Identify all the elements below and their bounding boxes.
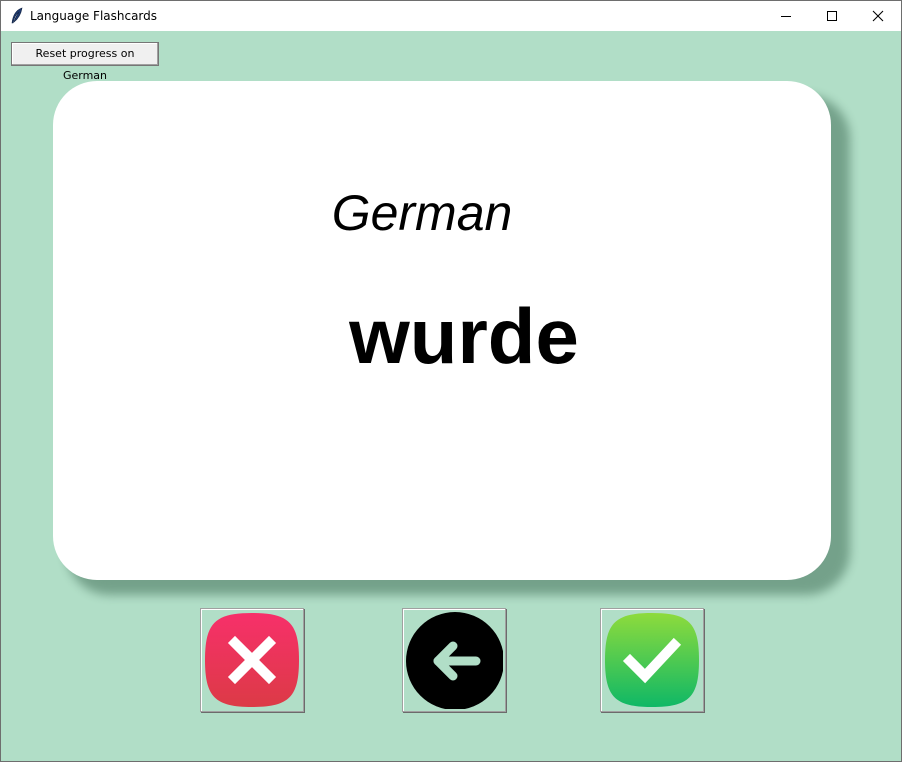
card-language: German: [331, 185, 513, 241]
maximize-icon: [827, 11, 837, 21]
window-title: Language Flashcards: [30, 9, 158, 23]
back-button[interactable]: [402, 608, 506, 712]
arrow-left-icon: [406, 612, 503, 709]
minimize-button[interactable]: [763, 1, 809, 31]
main-content: Reset progress on German German wurde: [1, 31, 901, 761]
close-icon: [872, 10, 884, 22]
wrong-button[interactable]: [200, 608, 304, 712]
x-mark-icon: [205, 613, 299, 707]
maximize-button[interactable]: [809, 1, 855, 31]
check-mark-icon: [605, 613, 699, 707]
app-window: Language Flashcards Reset progress on Ge…: [0, 0, 902, 762]
title-bar: Language Flashcards: [1, 1, 901, 31]
correct-button[interactable]: [600, 608, 704, 712]
close-button[interactable]: [855, 1, 901, 31]
flashcard: German wurde: [53, 81, 831, 580]
feather-icon: [10, 7, 24, 25]
reset-progress-button[interactable]: Reset progress on German: [11, 42, 159, 82]
minimize-icon: [781, 16, 791, 17]
card-word: wurde: [349, 292, 579, 380]
